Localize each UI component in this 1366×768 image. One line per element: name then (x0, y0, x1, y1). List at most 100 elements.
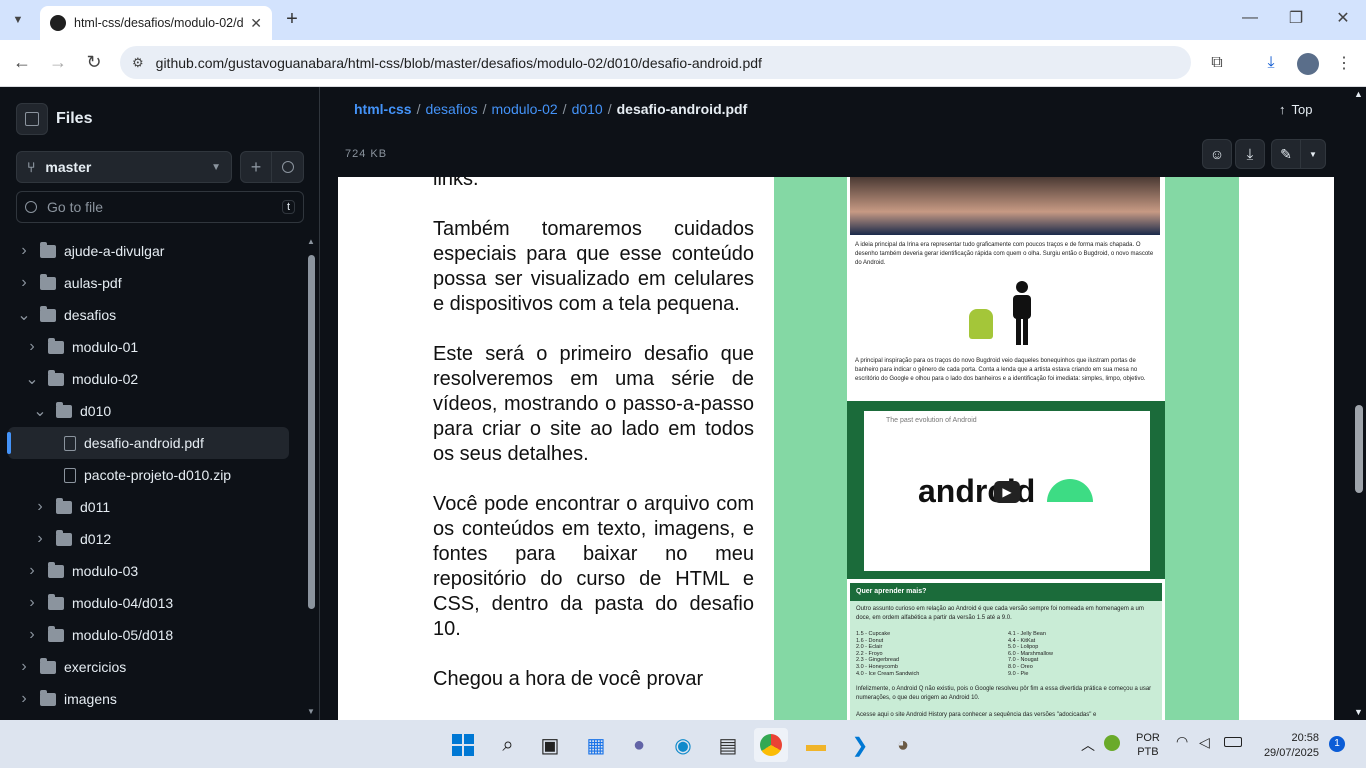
pdf-viewer[interactable]: links. Também tomaremos cuidados especia… (338, 177, 1334, 720)
chevron-down-icon[interactable]: ⌄ (16, 305, 32, 325)
tab-title: html-css/desafios/modulo-02/d (74, 16, 244, 30)
new-tab-icon[interactable]: + (281, 8, 303, 30)
reload-icon[interactable]: ↻ (82, 50, 106, 74)
chevron-down-icon[interactable]: ⌄ (32, 401, 48, 421)
breadcrumb-link[interactable]: d010 (572, 101, 603, 117)
chevron-right-icon[interactable]: › (24, 626, 40, 644)
tree-item[interactable]: ⌄ desafios (0, 299, 300, 331)
copilot-button[interactable]: ☺ (1202, 139, 1232, 169)
folder-icon (56, 529, 72, 546)
extensions-icon[interactable]: ⧉ (1206, 52, 1228, 74)
edit-dropdown-button[interactable]: ▼ (1300, 139, 1326, 169)
windows-start-icon[interactable] (446, 728, 480, 762)
date: 29/07/2025 (1263, 747, 1319, 759)
volume-icon[interactable]: ◁ (1199, 734, 1210, 751)
tree-item[interactable]: › modulo-03 (0, 555, 300, 587)
scroll-up-icon[interactable]: ▲ (307, 237, 315, 246)
site-info-icon[interactable]: ⚙ (132, 55, 144, 71)
chevron-right-icon[interactable]: › (24, 594, 40, 612)
forward-icon[interactable]: → (46, 50, 70, 74)
battery-icon[interactable] (1224, 737, 1242, 747)
close-tab-icon[interactable]: ✕ (250, 15, 262, 32)
minimize-icon[interactable]: — (1240, 8, 1260, 28)
tree-item-label: pacote-projeto-d010.zip (84, 467, 232, 483)
scroll-up-icon[interactable]: ▲ (1354, 89, 1363, 99)
wifi-icon[interactable]: ◠ (1176, 733, 1188, 750)
tree-item[interactable]: › ajude-a-divulgar (0, 235, 300, 267)
collapse-sidebar-button[interactable] (16, 103, 48, 135)
go-to-file-input[interactable]: Go to file t (16, 191, 304, 223)
file-explorer-icon[interactable]: ▬ (799, 728, 833, 762)
tree-item[interactable]: ⌄ modulo-02 (0, 363, 300, 395)
avatar[interactable] (1297, 53, 1319, 75)
folder-icon (40, 305, 56, 322)
chevron-right-icon[interactable]: › (32, 498, 48, 516)
task-view-icon[interactable]: ▣ (533, 728, 567, 762)
tray-app-icon[interactable] (1104, 735, 1120, 751)
widgets-icon[interactable]: ▦ (579, 728, 613, 762)
top-button[interactable]: ↑ Top (1279, 102, 1312, 117)
chevron-right-icon[interactable]: › (32, 530, 48, 548)
tree-item[interactable]: › d011 (0, 491, 300, 523)
edit-button[interactable]: ✎ (1271, 139, 1301, 169)
add-file-button[interactable]: + (240, 151, 272, 183)
language-indicator[interactable]: POR PTB (1136, 731, 1160, 759)
chat-icon[interactable]: ● (622, 728, 656, 762)
notification-badge[interactable]: 1 (1329, 736, 1345, 752)
vscode-icon[interactable]: ❯ (843, 728, 877, 762)
tree-item[interactable]: › exercicios (0, 651, 300, 683)
chevron-right-icon[interactable]: › (16, 274, 32, 292)
menu-icon[interactable]: ⋮ (1334, 52, 1354, 74)
scroll-thumb[interactable] (308, 255, 315, 609)
arrow-up-icon: ↑ (1279, 102, 1286, 117)
tree-item[interactable]: desafio-android.pdf (7, 427, 289, 459)
download-button[interactable]: ⤓ (1235, 139, 1265, 169)
downloads-icon[interactable]: ⤓ (1260, 52, 1282, 74)
breadcrumb-link[interactable]: html-css (354, 101, 412, 117)
tab-search-icon[interactable]: ▼ (8, 10, 28, 30)
chevron-right-icon[interactable]: › (16, 242, 32, 260)
tree-item[interactable]: › imagens (0, 683, 300, 715)
chevron-right-icon[interactable]: › (24, 338, 40, 356)
tree-item[interactable]: › d012 (0, 523, 300, 555)
search-taskbar-icon[interactable]: ⌕ (491, 728, 525, 762)
tree-item[interactable]: ⌄ d010 (0, 395, 300, 427)
show-hidden-icons[interactable]: ︿ (1081, 735, 1095, 755)
back-icon[interactable]: ← (10, 50, 34, 74)
scroll-down-icon[interactable]: ▼ (307, 707, 315, 716)
scroll-down-icon[interactable]: ▼ (1354, 707, 1363, 717)
app-icon[interactable]: ▤ (711, 728, 745, 762)
video-embed[interactable]: The past evolution of Android android ▶ (864, 411, 1150, 571)
version-item: 2.2 - Froyo (856, 650, 883, 657)
tree-item[interactable]: › aulas-pdf (0, 267, 300, 299)
chrome-icon[interactable] (754, 728, 788, 762)
maximize-icon[interactable]: ❐ (1286, 8, 1306, 28)
close-window-icon[interactable]: ✕ (1333, 8, 1353, 28)
page-scroll-thumb[interactable] (1355, 405, 1363, 493)
search-button[interactable] (271, 151, 304, 183)
gimp-icon[interactable]: ◕ (886, 728, 920, 762)
sidebar-scrollbar[interactable]: ▲ ▼ (306, 237, 316, 720)
versions-right: 4.1 - Jelly Bean 4.4 - KitKat 5.0 - Lolipo… (1008, 631, 1158, 677)
folder-icon (40, 273, 56, 290)
play-icon[interactable]: ▶ (994, 481, 1020, 503)
edge-icon[interactable]: ◉ (666, 728, 700, 762)
chevron-right-icon[interactable]: › (16, 658, 32, 676)
clock[interactable]: 20:58 29/07/2025 (1262, 731, 1319, 761)
tree-item[interactable]: › modulo-01 (0, 331, 300, 363)
address-bar[interactable]: ⚙ github.com/gustavoguanabara/html-css/b… (120, 46, 1191, 79)
browser-tab[interactable]: html-css/desafios/modulo-02/d ✕ (40, 6, 272, 40)
branch-selector[interactable]: ⑂ master ▼ (16, 151, 232, 183)
portrait-image (850, 177, 1160, 235)
page-scrollbar[interactable]: ▲ ▼ (1352, 87, 1366, 720)
tree-item[interactable]: › modulo-04/d013 (0, 587, 300, 619)
chevron-right-icon[interactable]: › (24, 562, 40, 580)
tree-item-label: modulo-02 (72, 371, 139, 387)
chevron-right-icon[interactable]: › (16, 690, 32, 708)
tab-bar: ▼ html-css/desafios/modulo-02/d ✕ + — ❐ … (0, 0, 1366, 40)
tree-item[interactable]: › modulo-05/d018 (0, 619, 300, 651)
breadcrumb-link[interactable]: modulo-02 (492, 101, 558, 117)
breadcrumb-link[interactable]: desafios (425, 101, 477, 117)
chevron-down-icon[interactable]: ⌄ (24, 369, 40, 389)
tree-item[interactable]: pacote-projeto-d010.zip (0, 459, 300, 491)
